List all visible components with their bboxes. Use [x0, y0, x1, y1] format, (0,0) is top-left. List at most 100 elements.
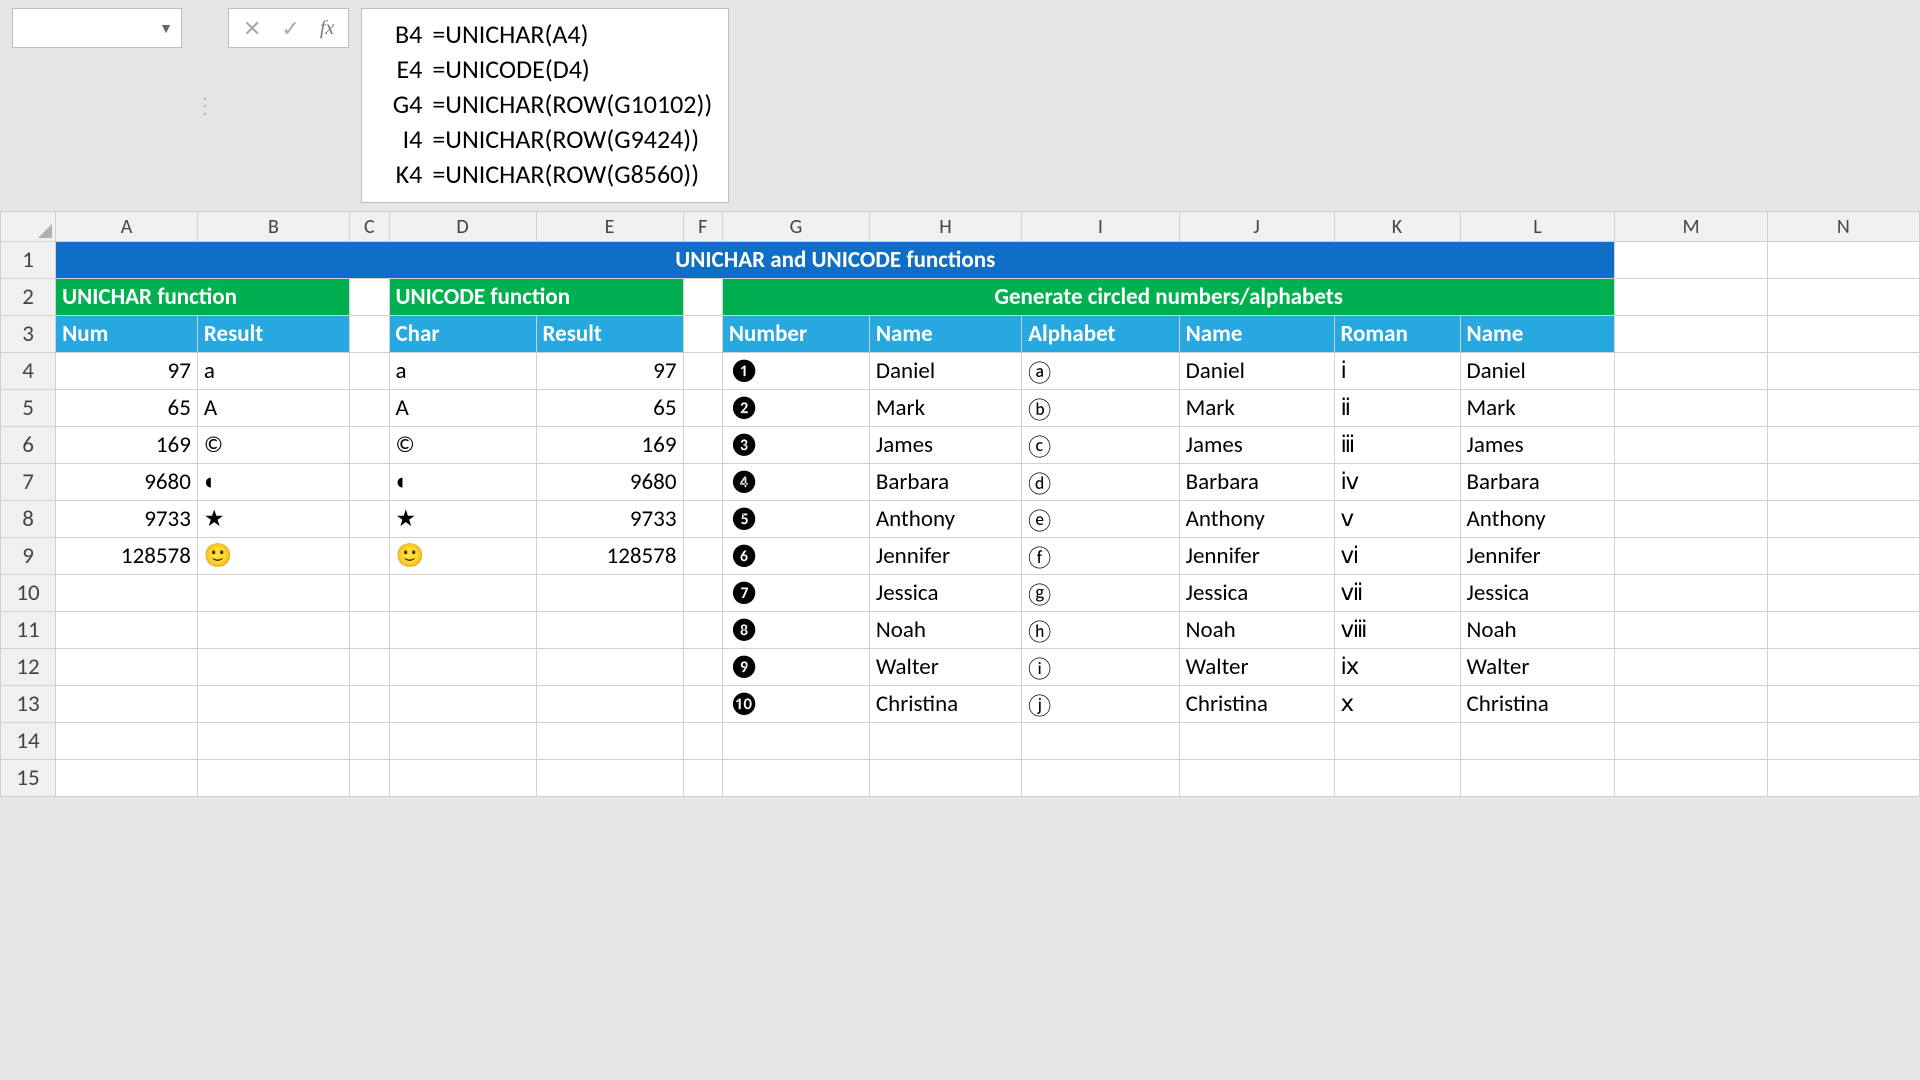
cell[interactable] [683, 279, 722, 316]
cell[interactable] [1615, 649, 1767, 686]
cell-char[interactable]: © [389, 427, 536, 464]
cell-result[interactable]: ◐ [197, 464, 349, 501]
table-header[interactable]: Name [869, 316, 1021, 353]
section-header[interactable]: UNICHAR function [56, 279, 350, 316]
cell-name[interactable]: Walter [869, 649, 1021, 686]
cell-result[interactable] [197, 723, 349, 760]
cell-name[interactable]: Daniel [869, 353, 1021, 390]
cell[interactable] [683, 316, 722, 353]
col-header[interactable]: N [1767, 212, 1919, 242]
cell[interactable] [1767, 279, 1919, 316]
cell-circled-number[interactable]: ❹ [722, 464, 869, 501]
cell[interactable] [350, 390, 389, 427]
cell[interactable] [350, 649, 389, 686]
cell-name[interactable]: Jennifer [1179, 538, 1334, 575]
col-header[interactable]: I [1022, 212, 1180, 242]
cell-name[interactable] [1179, 760, 1334, 797]
cell-name[interactable]: Christina [1179, 686, 1334, 723]
cell[interactable] [1615, 279, 1767, 316]
cell-result[interactable]: 169 [536, 427, 683, 464]
title-cell[interactable]: UNICHAR and UNICODE functions [56, 242, 1615, 279]
cell[interactable] [350, 501, 389, 538]
cell-result[interactable]: 🙂 [197, 538, 349, 575]
cell-name[interactable]: Anthony [1179, 501, 1334, 538]
cell-roman[interactable]: ⅲ [1334, 427, 1460, 464]
cell-result[interactable] [536, 575, 683, 612]
cell-circled-number[interactable]: ❸ [722, 427, 869, 464]
cell[interactable] [1615, 242, 1767, 279]
cell-name[interactable]: Christina [869, 686, 1021, 723]
cell-char[interactable]: a [389, 353, 536, 390]
cell-circled-number[interactable]: ❽ [722, 612, 869, 649]
cell-circled-alpha[interactable]: ⓐ [1022, 353, 1180, 390]
cell-name[interactable] [869, 760, 1021, 797]
cell-num[interactable]: 128578 [56, 538, 198, 575]
cell-result[interactable] [536, 686, 683, 723]
cell[interactable] [683, 501, 722, 538]
col-header[interactable]: G [722, 212, 869, 242]
cell-name[interactable]: Mark [869, 390, 1021, 427]
cell[interactable] [1615, 723, 1767, 760]
cell-circled-number[interactable]: ❼ [722, 575, 869, 612]
cell[interactable] [1615, 427, 1767, 464]
table-header[interactable]: Name [1179, 316, 1334, 353]
cell-circled-alpha[interactable]: ⓓ [1022, 464, 1180, 501]
cell-name[interactable]: James [1179, 427, 1334, 464]
cell-name[interactable]: Noah [1460, 612, 1615, 649]
cell[interactable] [1767, 316, 1919, 353]
cell[interactable] [1767, 427, 1919, 464]
col-header[interactable]: M [1615, 212, 1767, 242]
cell-result[interactable]: 97 [536, 353, 683, 390]
cell-name[interactable]: Barbara [869, 464, 1021, 501]
cell[interactable] [1767, 242, 1919, 279]
cell[interactable] [1767, 686, 1919, 723]
cell-circled-alpha[interactable]: ⓒ [1022, 427, 1180, 464]
cell[interactable] [683, 723, 722, 760]
cell-name[interactable]: Mark [1179, 390, 1334, 427]
cell-num[interactable]: 9680 [56, 464, 198, 501]
cell-char[interactable]: ★ [389, 501, 536, 538]
cell[interactable] [1615, 575, 1767, 612]
cell[interactable] [350, 686, 389, 723]
cell-result[interactable] [536, 723, 683, 760]
cell-roman[interactable]: ⅷ [1334, 612, 1460, 649]
cell-circled-number[interactable]: ❺ [722, 501, 869, 538]
row-header[interactable]: 6 [1, 427, 56, 464]
cell[interactable] [683, 464, 722, 501]
cell-result[interactable]: a [197, 353, 349, 390]
row-header[interactable]: 15 [1, 760, 56, 797]
cell-name[interactable]: Anthony [1460, 501, 1615, 538]
cell-circled-number[interactable] [722, 760, 869, 797]
row-header[interactable]: 14 [1, 723, 56, 760]
section-header[interactable]: Generate circled numbers/alphabets [722, 279, 1615, 316]
cell-name[interactable]: Jessica [1460, 575, 1615, 612]
row-header[interactable]: 12 [1, 649, 56, 686]
cell-result[interactable]: A [197, 390, 349, 427]
cell[interactable] [350, 353, 389, 390]
cell-result[interactable]: 9733 [536, 501, 683, 538]
cell-circled-alpha[interactable]: ⓗ [1022, 612, 1180, 649]
cell[interactable] [683, 353, 722, 390]
cell[interactable] [683, 390, 722, 427]
cell-roman[interactable]: ⅴ [1334, 501, 1460, 538]
table-header[interactable]: Char [389, 316, 536, 353]
cell[interactable] [350, 464, 389, 501]
cell-name[interactable]: Barbara [1460, 464, 1615, 501]
col-header[interactable]: F [683, 212, 722, 242]
cell-circled-alpha[interactable]: ⓔ [1022, 501, 1180, 538]
table-header[interactable]: Roman [1334, 316, 1460, 353]
cell-result[interactable]: ★ [197, 501, 349, 538]
cell-circled-number[interactable]: ❶ [722, 353, 869, 390]
cell-result[interactable] [197, 686, 349, 723]
cell-num[interactable] [56, 723, 198, 760]
cell-char[interactable]: ◐ [389, 464, 536, 501]
cell-result[interactable]: © [197, 427, 349, 464]
cell[interactable] [350, 760, 389, 797]
cell[interactable] [1767, 464, 1919, 501]
spreadsheet-grid[interactable]: A B C D E F G H I J K L M N 1 UNICHAR an… [0, 211, 1920, 797]
enter-icon[interactable]: ✓ [281, 15, 299, 42]
cell-result[interactable] [197, 612, 349, 649]
cell-circled-alpha[interactable]: ⓘ [1022, 649, 1180, 686]
cell[interactable] [350, 279, 389, 316]
cell[interactable] [1615, 316, 1767, 353]
